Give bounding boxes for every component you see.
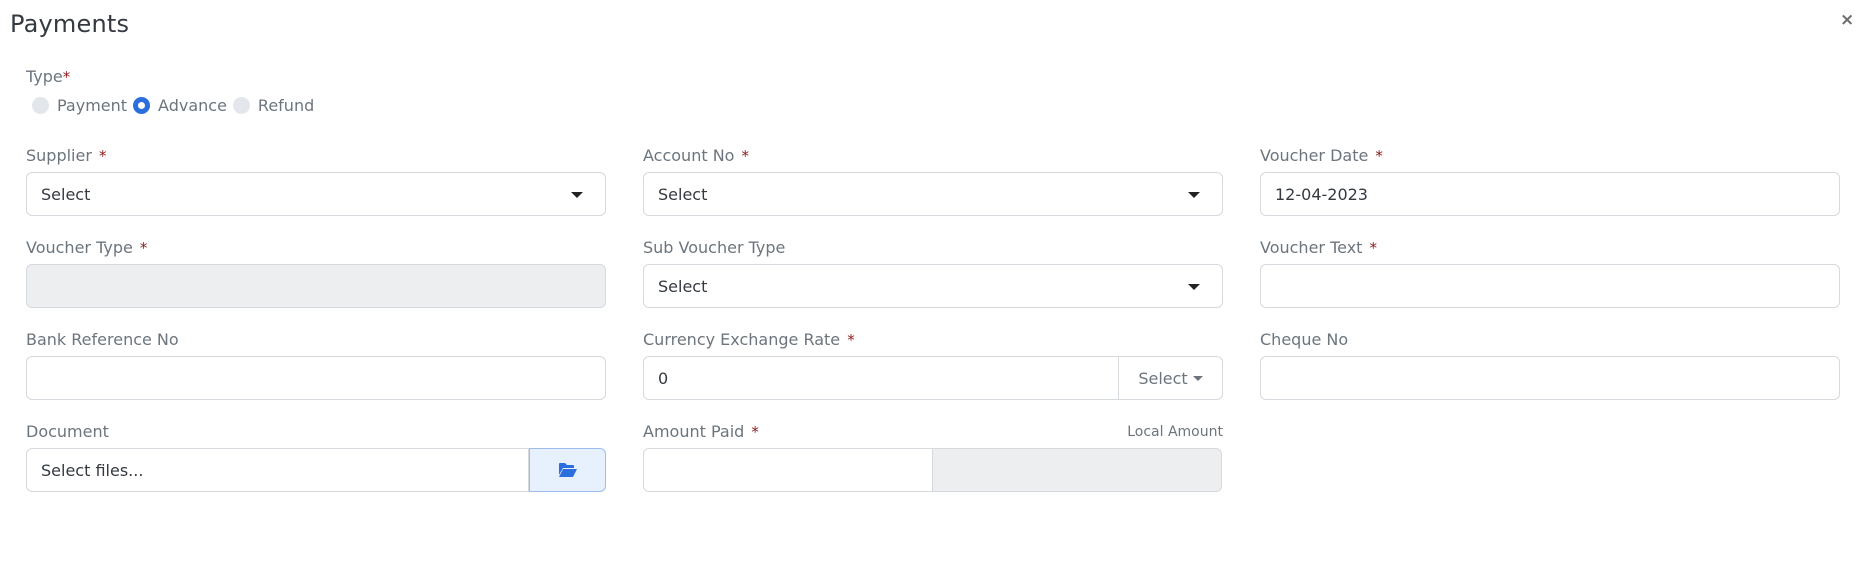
type-label: Type*	[26, 67, 70, 86]
bank-reference-no-label: Bank Reference No	[26, 330, 179, 349]
voucher-date-input[interactable]: 12-04-2023	[1260, 172, 1840, 216]
sub-voucher-type-label: Sub Voucher Type	[643, 238, 786, 257]
radio-advance[interactable]: Advance	[133, 96, 227, 115]
bank-reference-no-input[interactable]	[26, 356, 606, 400]
account-no-select[interactable]: Select	[643, 172, 1223, 216]
radio-button-checked-icon[interactable]	[133, 97, 151, 114]
radio-payment[interactable]: Payment	[32, 96, 127, 115]
voucher-type-input	[26, 264, 606, 308]
supplier-label: Supplier *	[26, 146, 107, 165]
amount-paid-input[interactable]	[643, 448, 933, 492]
voucher-text-label: Voucher Text *	[1260, 238, 1378, 257]
document-file-input[interactable]: Select files...	[26, 448, 529, 492]
voucher-type-label: Voucher Type *	[26, 238, 148, 257]
type-radio-group: Payment Advance Refund	[32, 96, 320, 115]
caret-down-icon	[571, 192, 583, 198]
account-no-label: Account No *	[643, 146, 750, 165]
account-no-field: Account No * Select	[643, 146, 1223, 216]
sub-voucher-type-select[interactable]: Select	[643, 264, 1223, 308]
caret-down-icon	[1188, 192, 1200, 198]
folder-open-icon	[558, 463, 577, 477]
sub-voucher-type-field: Sub Voucher Type Select	[643, 238, 1223, 308]
document-label: Document	[26, 422, 109, 441]
voucher-text-field: Voucher Text *	[1260, 238, 1840, 308]
radio-button-icon[interactable]	[232, 97, 250, 114]
voucher-date-label: Voucher Date *	[1260, 146, 1383, 165]
radio-label: Payment	[57, 96, 128, 115]
account-no-select-value: Select	[658, 184, 708, 204]
document-upload-group: Select files...	[26, 448, 606, 492]
close-icon[interactable]: ×	[1840, 12, 1854, 29]
bank-reference-no-field: Bank Reference No	[26, 330, 606, 400]
type-label-text: Type	[26, 67, 63, 86]
document-placeholder: Select files...	[41, 460, 144, 480]
required-mark: *	[62, 68, 71, 86]
amount-paid-group	[643, 448, 1223, 492]
voucher-text-input[interactable]	[1260, 264, 1840, 308]
currency-select-label: Select	[1138, 368, 1188, 388]
amount-paid-label: Amount Paid *	[643, 422, 759, 441]
voucher-date-field: Voucher Date * 12-04-2023	[1260, 146, 1840, 216]
currency-exchange-rate-field: Currency Exchange Rate * 0 Select	[643, 330, 1223, 400]
supplier-select[interactable]: Select	[26, 172, 606, 216]
supplier-select-value: Select	[41, 184, 91, 204]
dialog-title: Payments	[10, 10, 130, 38]
radio-button-icon[interactable]	[32, 97, 49, 114]
voucher-type-field: Voucher Type *	[26, 238, 606, 308]
cheque-no-field: Cheque No	[1260, 330, 1840, 400]
cheque-no-label: Cheque No	[1260, 330, 1349, 349]
caret-down-icon	[1188, 284, 1200, 290]
browse-files-button[interactable]	[529, 448, 606, 492]
supplier-field: Supplier * Select	[26, 146, 606, 216]
sub-voucher-type-select-value: Select	[658, 276, 708, 296]
local-amount-label: Local Amount	[1127, 424, 1223, 440]
currency-exchange-rate-label: Currency Exchange Rate *	[643, 330, 855, 349]
currency-exchange-rate-input[interactable]: 0	[643, 356, 1119, 400]
caret-down-icon	[1192, 375, 1203, 381]
currency-exchange-rate-group: 0 Select	[643, 356, 1223, 400]
amount-paid-field: Amount Paid * Local Amount	[643, 422, 1223, 492]
currency-exchange-rate-value: 0	[658, 368, 669, 388]
currency-select-dropdown[interactable]: Select	[1119, 356, 1223, 400]
cheque-no-input[interactable]	[1260, 356, 1840, 400]
local-amount-input	[933, 448, 1222, 492]
radio-refund[interactable]: Refund	[232, 96, 315, 115]
voucher-date-value: 12-04-2023	[1275, 184, 1368, 204]
radio-label: Refund	[257, 96, 315, 115]
document-field: Document Select files...	[26, 422, 606, 492]
radio-label: Advance	[158, 96, 227, 115]
